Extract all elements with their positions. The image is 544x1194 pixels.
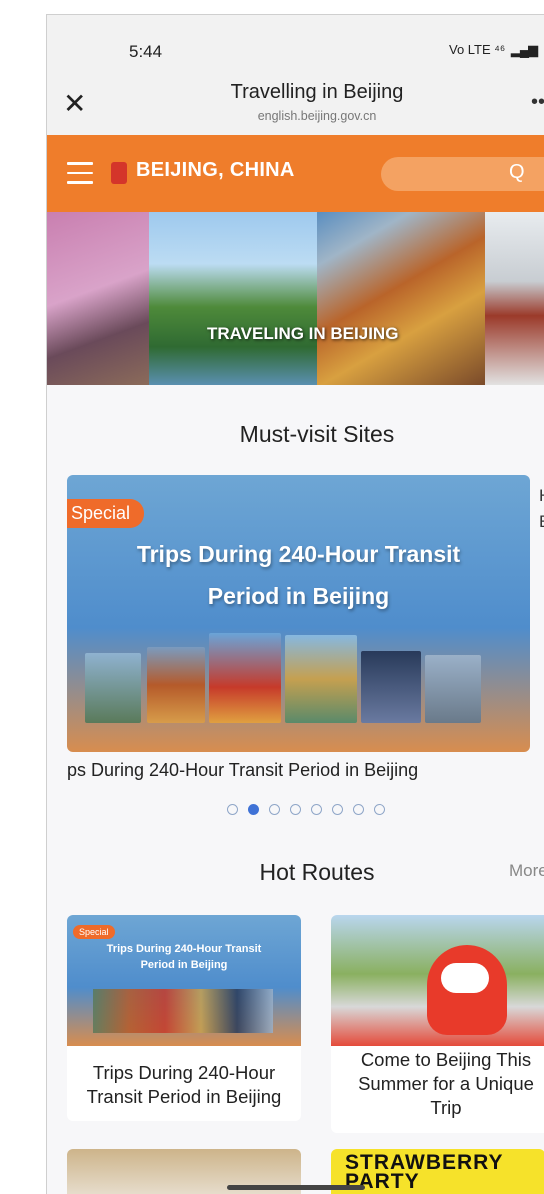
route-card-title-line1: Trips During 240-Hour [92, 1062, 276, 1083]
section-title-must-visit: Must-visit Sites [239, 421, 395, 447]
feature-thumbnails [85, 633, 515, 723]
special-badge: Special [67, 499, 145, 528]
thumb-stadium [425, 655, 481, 723]
hero-text: TRAVELING IN BEIJING [207, 324, 399, 343]
route-card-title-line2: Summer for a Unique [358, 1073, 534, 1094]
thumb-universal [361, 651, 421, 723]
route-card-thumbs [93, 989, 273, 1033]
status-bar: 5:44 Vo LTE ⁴⁶ ▂▄▆ 14 [47, 15, 544, 77]
status-icons: Vo LTE ⁴⁶ ▂▄▆ 14 [449, 42, 544, 59]
pager-dot-active[interactable] [248, 804, 259, 815]
browser-titlebar: ✕ Travelling in Beijing english.beijing.… [47, 77, 544, 135]
route-card-title: Come to Beijing This Summer for a Unique… [331, 1048, 544, 1120]
hero-photo-snowy-palace [485, 212, 544, 385]
mascot-face [441, 963, 489, 993]
search-icon[interactable]: Q [509, 161, 525, 184]
thumb-summer-palace [285, 635, 357, 723]
hamburger-icon[interactable] [67, 162, 93, 184]
more-link[interactable]: More [509, 861, 544, 881]
route-card-image-line1: Trips During 240-Hour Transit [106, 943, 262, 955]
carousel-pager[interactable] [227, 802, 395, 820]
route-card-title-line3: Trip [430, 1097, 462, 1118]
pager-dot[interactable] [374, 804, 385, 815]
pager-dot[interactable] [311, 804, 322, 815]
special-badge: Special [73, 925, 115, 939]
status-time: 5:44 [129, 42, 163, 61]
phone-screen: 5:44 Vo LTE ⁴⁶ ▂▄▆ 14 ✕ Travelling in Be… [46, 14, 544, 1194]
thumb-greatwall [147, 647, 205, 723]
next-slide-peek[interactable]: HE [539, 483, 544, 535]
thumb-bridge [85, 653, 141, 723]
site-brand[interactable]: BEIJING, CHINA [136, 159, 295, 182]
route-card-image [331, 915, 544, 1046]
feature-caption[interactable]: ps During 240-Hour Transit Period in Bei… [67, 760, 418, 781]
route-card-title-line1: Come to Beijing This [360, 1049, 532, 1070]
more-options-icon[interactable]: ••• [531, 91, 544, 114]
route-card-image-line2: Period in Beijing [140, 959, 228, 971]
feature-title-line1: Trips During 240-Hour Transit [136, 541, 461, 567]
pager-dot[interactable] [353, 804, 364, 815]
route-card-title: Trips During 240-Hour Transit Period in … [67, 1061, 301, 1109]
hero-photo-cherry-blossom-train [47, 212, 149, 385]
route-card-title-line2: Transit Period in Beijing [86, 1086, 282, 1107]
route-card-transit[interactable]: Special Trips During 240-Hour Transit Pe… [67, 915, 301, 1121]
route-card-image: Special Trips During 240-Hour Transit Pe… [67, 915, 301, 1046]
home-indicator[interactable] [227, 1185, 365, 1190]
signal-icon: Vo LTE ⁴⁶ [449, 42, 506, 57]
page-title: Travelling in Beijing [230, 81, 404, 103]
hero-banner[interactable]: TRAVELING IN BEIJING [47, 212, 544, 385]
search-input[interactable]: Q [381, 157, 544, 191]
signal-bars-icon: ▂▄▆ [510, 42, 538, 57]
feature-card[interactable]: Special Trips During 240-Hour Transit Pe… [67, 475, 530, 752]
feature-title-line2: Period in Beijing [207, 583, 390, 609]
pager-dot[interactable] [269, 804, 280, 815]
strawberry-party-text: STRAWBERRY PARTY [345, 1151, 504, 1193]
section-title-hot-routes: Hot Routes [259, 859, 375, 885]
pager-dot[interactable] [227, 804, 238, 815]
hero-photo-white-pagoda [149, 212, 317, 385]
page-url: english.beijing.gov.cn [257, 109, 377, 123]
pager-dot[interactable] [290, 804, 301, 815]
hero-photo-great-wall [317, 212, 485, 385]
site-header: BEIJING, CHINA Q [47, 135, 544, 212]
thumb-forbidden-city [209, 633, 281, 723]
pager-dot[interactable] [332, 804, 343, 815]
beijing-emblem-icon [111, 162, 127, 184]
route-card-summer[interactable]: Come to Beijing This Summer for a Unique… [331, 915, 544, 1133]
